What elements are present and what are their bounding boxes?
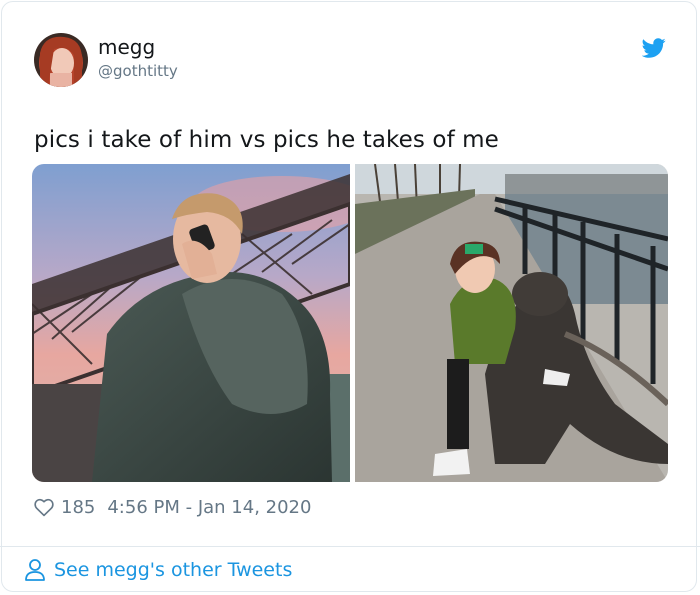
twitter-bird-icon[interactable]: [641, 36, 666, 60]
tweet-timestamp[interactable]: 4:56 PM - Jan 14, 2020: [107, 497, 311, 518]
see-other-tweets-label: See megg's other Tweets: [54, 559, 293, 581]
heart-icon[interactable]: [33, 496, 55, 518]
tweet-meta: 185 4:56 PM - Jan 14, 2020: [33, 495, 311, 519]
avatar[interactable]: [34, 33, 88, 87]
like-count[interactable]: 185: [61, 497, 95, 518]
author-name[interactable]: megg: [98, 35, 155, 59]
footer-divider: [0, 546, 700, 547]
person-icon: [24, 558, 46, 582]
tweet-photo-left[interactable]: [32, 164, 350, 482]
tweet-text: pics i take of him vs pics he takes of m…: [34, 127, 499, 153]
see-other-tweets-link[interactable]: See megg's other Tweets: [24, 556, 292, 584]
tweet-photo-right[interactable]: [355, 164, 668, 482]
author-handle[interactable]: @gothtitty: [98, 62, 178, 80]
